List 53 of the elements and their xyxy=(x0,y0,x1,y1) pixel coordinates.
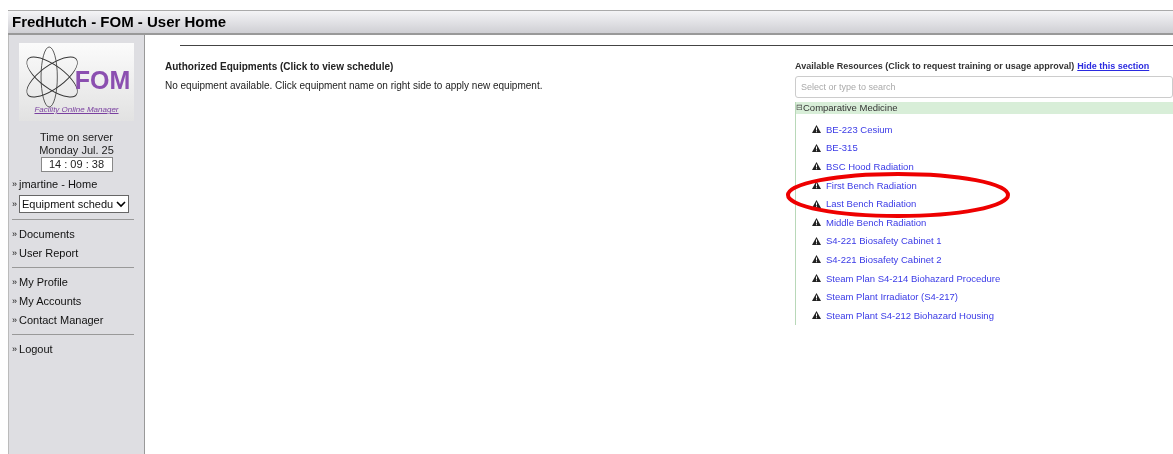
resource-link[interactable]: Steam Plant S4-212 Biohazard Housing xyxy=(826,309,994,321)
warning-icon xyxy=(812,199,821,208)
nav-link[interactable]: Logout xyxy=(19,341,53,357)
warning-icon xyxy=(812,292,821,301)
warning-icon xyxy=(812,162,821,171)
warning-icon xyxy=(812,218,821,227)
bullet-mark: » xyxy=(12,247,17,260)
bullet-mark: » xyxy=(12,178,17,191)
logo-title: FOM xyxy=(74,65,131,96)
logo-subtitle: Facility Online Manager xyxy=(34,105,119,114)
server-clock: 14 : 09 : 38 xyxy=(40,157,113,172)
resource-link[interactable]: Steam Plan S4-214 Biohazard Procedure xyxy=(826,272,1001,284)
resource-link[interactable]: BE-315 xyxy=(826,142,858,154)
warning-icon xyxy=(812,255,821,264)
nav-link[interactable]: My Accounts xyxy=(19,293,82,309)
chevron-down-icon xyxy=(116,200,126,208)
resource-link[interactable]: S4-221 Biosafety Cabinet 1 xyxy=(826,235,942,247)
nav-link[interactable]: My Profile xyxy=(19,274,68,290)
server-date: Monday Jul. 25 xyxy=(39,144,114,157)
resource-link[interactable]: S4-221 Biosafety Cabinet 2 xyxy=(826,253,942,265)
tree-group-header[interactable]: ⊟Comparative Medicine xyxy=(796,102,1173,114)
section-heading: Authorized Equipments (Click to view schedule) xyxy=(165,61,395,72)
hide-section-link[interactable]: Hide this section xyxy=(1077,61,1150,71)
resource-link[interactable]: Steam Plant Irradiator (S4-217) xyxy=(826,291,958,303)
window-title: FredHutch - FOM - User Home xyxy=(8,11,1173,35)
bullet-mark: » xyxy=(12,198,17,211)
warning-icon xyxy=(812,125,821,134)
resource-link[interactable]: First Bench Radiation xyxy=(826,179,917,191)
time-label: Time on server xyxy=(40,131,113,144)
section-heading: Available Resources (Click to request training or usage approval) xyxy=(795,61,1075,71)
bullet-mark: » xyxy=(12,295,17,308)
nav-link[interactable]: Documents xyxy=(19,226,75,242)
warning-icon xyxy=(812,181,821,190)
nav-link[interactable]: jmartine - Home xyxy=(19,176,98,192)
warning-icon xyxy=(812,311,821,320)
bullet-mark: » xyxy=(12,276,17,289)
warning-icon xyxy=(812,236,821,245)
warning-icon xyxy=(812,143,821,152)
group-name: Comparative Medicine xyxy=(803,102,898,114)
resource-link[interactable]: BE-223 Cesium xyxy=(826,123,893,135)
search-field[interactable]: Select or type to search xyxy=(795,76,1173,98)
nav-link[interactable]: User Report xyxy=(19,245,79,261)
collapse-icon[interactable]: ⊟ xyxy=(796,102,803,114)
schedule-select[interactable]: Equipment schedu xyxy=(19,195,129,213)
bullet-mark: » xyxy=(12,343,17,356)
empty-message: No equipment available. Click equipment name on right side to apply new equipment. xyxy=(165,80,544,91)
bullet-mark: » xyxy=(12,228,17,241)
nav-link[interactable]: Contact Manager xyxy=(19,312,104,328)
resource-link[interactable]: Last Bench Radiation xyxy=(826,198,917,210)
resource-link[interactable]: Middle Bench Radiation xyxy=(826,216,927,228)
warning-icon xyxy=(812,274,821,283)
resource-link[interactable]: BSC Hood Radiation xyxy=(826,161,914,172)
bullet-mark: » xyxy=(12,314,17,327)
